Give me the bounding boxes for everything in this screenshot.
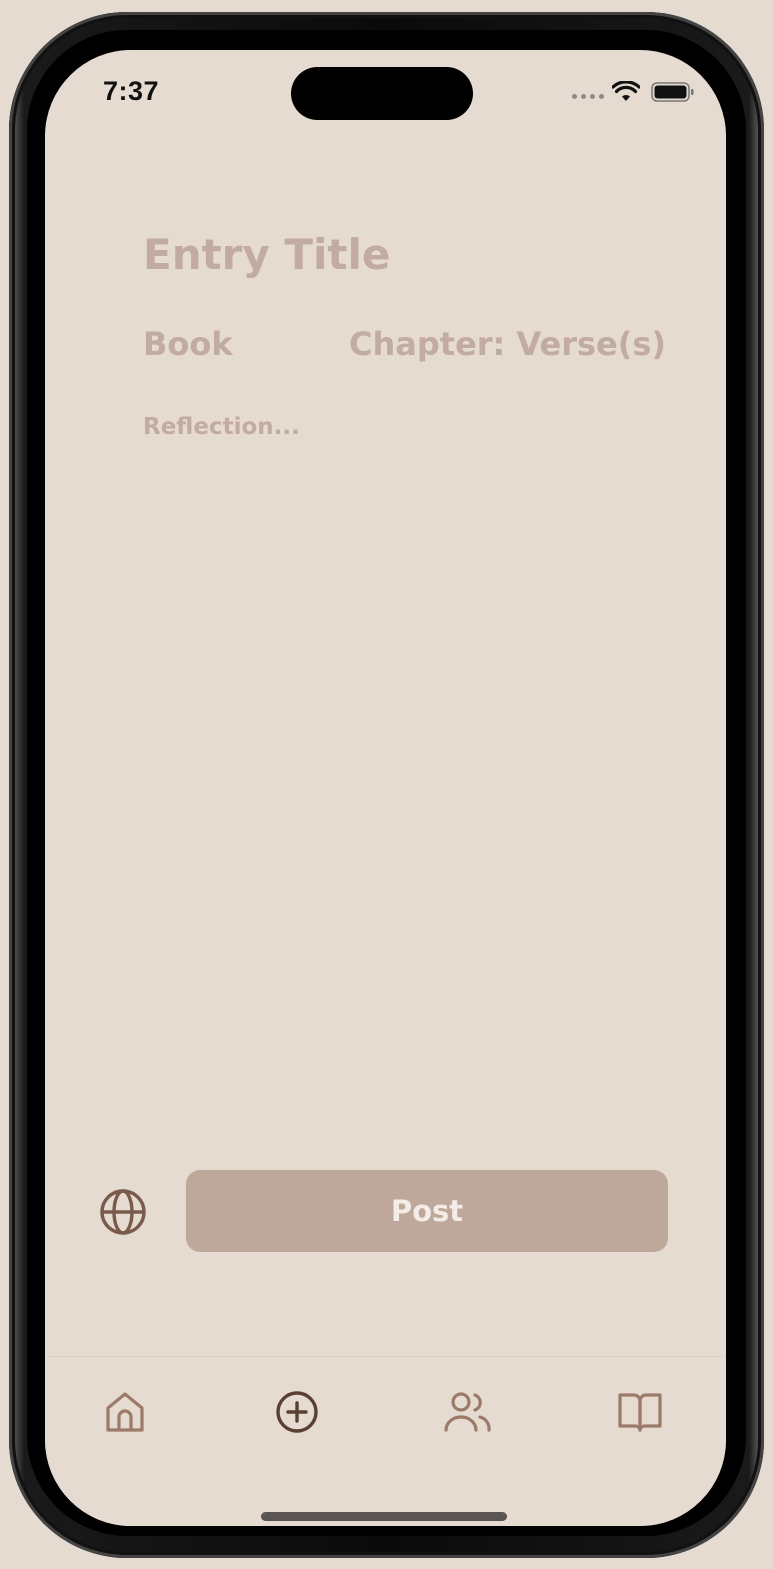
- status-time: 7:37: [103, 76, 160, 106]
- home-indicator[interactable]: [261, 1512, 507, 1521]
- app-page: 7:37 Entry Title Book Chapter: Verse(s) …: [0, 0, 773, 1569]
- dynamic-island: [291, 67, 473, 120]
- home-icon: [106, 1392, 144, 1432]
- globe-icon[interactable]: [99, 1188, 147, 1236]
- plus-circle-icon: [276, 1391, 318, 1433]
- battery-icon: [651, 82, 694, 102]
- entry-title-input[interactable]: Entry Title: [143, 230, 390, 279]
- phone-screen: 7:37 Entry Title Book Chapter: Verse(s) …: [45, 50, 726, 1526]
- tab-community[interactable]: [443, 1387, 493, 1437]
- tab-bible[interactable]: [615, 1387, 665, 1437]
- chapter-verse-input[interactable]: Chapter: Verse(s): [349, 325, 666, 363]
- book-open-icon: [618, 1393, 662, 1432]
- post-button[interactable]: Post: [186, 1170, 668, 1252]
- cellular-signal-icon: [572, 94, 604, 99]
- tab-bar: [45, 1356, 726, 1526]
- book-input[interactable]: Book: [143, 325, 233, 363]
- wifi-icon: [612, 81, 640, 101]
- reflection-textarea[interactable]: Reflection...: [143, 414, 300, 440]
- people-icon: [444, 1392, 491, 1432]
- tab-new-entry[interactable]: [272, 1387, 322, 1437]
- tab-home[interactable]: [100, 1387, 150, 1437]
